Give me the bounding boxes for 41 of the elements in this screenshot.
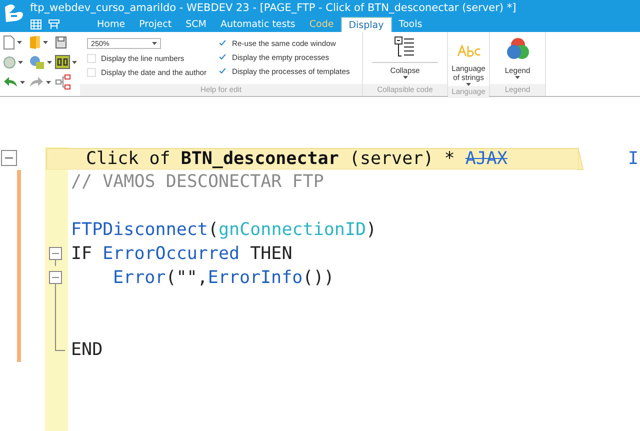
window-title: ftp_webdev_curso_amarildo - WEBDEV 23 - [PAGE_FTP - Click of BTN_desconectar (server) *] <box>30 1 516 15</box>
code-line: FTPDisconnect(gnConnectionID) <box>71 220 377 240</box>
ribbon-tab[interactable]: Project <box>132 17 179 32</box>
caret-icon[interactable] <box>72 60 77 64</box>
checkbox[interactable] <box>218 38 227 48</box>
undo-icon[interactable] <box>3 76 18 88</box>
ribbon-tab[interactable]: Display <box>340 17 392 32</box>
caret-icon[interactable] <box>515 76 520 79</box>
ribbon-tab[interactable]: Automatic tests <box>213 17 302 32</box>
caret-icon[interactable] <box>17 40 22 44</box>
checkbox[interactable] <box>218 66 227 76</box>
code-line: // VAMOS DESCONECTAR FTP <box>71 172 324 192</box>
collapse-toggle[interactable] <box>1 150 18 167</box>
code-line: IF ErrorOccurred THEN <box>71 244 292 264</box>
collapse-toggle[interactable] <box>49 247 62 260</box>
collapse-toggle[interactable] <box>49 271 62 284</box>
go-icon[interactable] <box>55 55 70 69</box>
code-line: Error("",ErrorInfo()) <box>113 268 334 288</box>
window-icon[interactable] <box>48 19 60 30</box>
ribbon-tab[interactable]: Home <box>90 17 132 32</box>
dropdown-arrow-icon[interactable] <box>152 42 157 45</box>
ribbon-tab[interactable]: SCM <box>178 17 214 32</box>
caret-icon[interactable] <box>46 80 51 84</box>
ribbon-tab[interactable]: Tools <box>392 17 430 32</box>
process-title: Click of BTN_desconectar (server) * <box>86 148 455 168</box>
caret-icon[interactable] <box>43 40 48 44</box>
code-text: I <box>628 148 639 168</box>
ajax-link[interactable]: AJAX <box>465 148 508 168</box>
legend-icon[interactable] <box>504 36 530 62</box>
caret-icon[interactable] <box>20 80 25 84</box>
caret-icon[interactable] <box>47 60 52 64</box>
caret-icon[interactable] <box>402 76 408 79</box>
grid-icon[interactable] <box>30 19 42 30</box>
checkbox[interactable] <box>218 52 227 62</box>
caret-icon[interactable] <box>18 60 23 64</box>
code-line: END <box>71 340 103 360</box>
new-file-icon[interactable] <box>3 34 15 50</box>
collapse-icon[interactable] <box>394 36 416 58</box>
fold-end-line <box>55 338 65 351</box>
tree-icon[interactable] <box>55 74 71 90</box>
save-icon[interactable] <box>55 36 67 48</box>
